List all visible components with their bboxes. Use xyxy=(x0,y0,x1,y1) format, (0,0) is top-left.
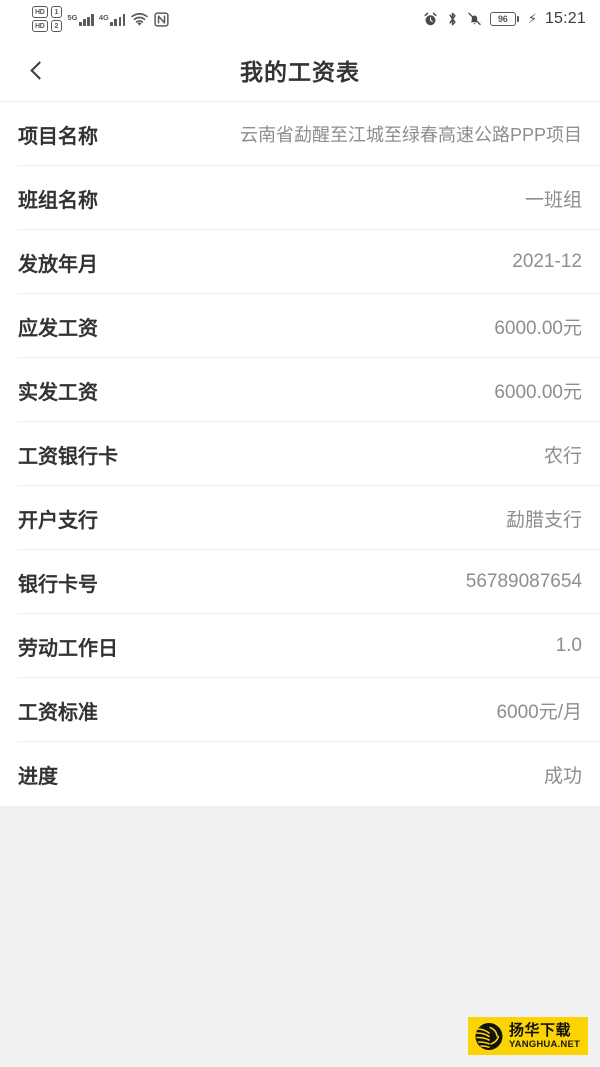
table-row: 项目名称 云南省勐醒至江城至绿春高速公路PPP项目 xyxy=(0,102,600,166)
lion-head-logo-icon xyxy=(472,1021,506,1051)
table-row: 进度 成功 xyxy=(0,742,600,806)
battery-percent-label: 96 xyxy=(489,12,516,26)
row-value: 6000元/月 xyxy=(496,701,582,723)
row-value: 6000.00元 xyxy=(494,317,582,339)
sim-2-row: HD 2 xyxy=(32,20,63,32)
row-label: 银行卡号 xyxy=(18,573,98,596)
dual-sim-indicator-group: HD 1 HD 2 xyxy=(32,6,63,32)
row-value: 云南省勐醒至江城至绿春高速公路PPP项目 xyxy=(239,125,582,145)
table-row: 银行卡号 56789087654 xyxy=(0,550,600,614)
network-type-label-1: 5G xyxy=(67,12,78,22)
table-row: 发放年月 2021-12 xyxy=(0,230,600,294)
row-value: 成功 xyxy=(543,765,582,787)
row-label: 工资银行卡 xyxy=(18,445,118,468)
bluetooth-icon xyxy=(446,11,459,27)
watermark-title-cn: 扬华下载 xyxy=(509,1021,572,1039)
status-bar-right-icons: 96 ⚡ 15:21 xyxy=(423,10,586,28)
row-value: 6000.00元 xyxy=(494,381,582,403)
status-bar-left-icons: HD 1 HD 2 5G 4G xyxy=(14,0,169,38)
row-value: 农行 xyxy=(543,445,582,467)
sim-slot-1-icon: 1 xyxy=(50,6,63,18)
status-bar: HD 1 HD 2 5G 4G 96 ⚡ 15:21 xyxy=(0,0,600,38)
table-row: 劳动工作日 1.0 xyxy=(0,614,600,678)
volte-hd-icon-2: HD xyxy=(32,20,48,32)
sim-slot-2-icon: 2 xyxy=(50,20,63,32)
watermark-title-en: YANGHUA.NET xyxy=(509,1038,580,1050)
charging-bolt-icon: ⚡ xyxy=(527,11,537,26)
row-label: 工资标准 xyxy=(18,701,98,724)
row-label: 发放年月 xyxy=(18,253,98,276)
status-bar-clock: 15:21 xyxy=(544,10,586,27)
back-button[interactable] xyxy=(0,38,74,102)
alarm-icon xyxy=(423,12,438,27)
sim-1-row: HD 1 xyxy=(32,6,63,18)
row-value: 勐腊支行 xyxy=(505,509,582,531)
table-row: 应发工资 6000.00元 xyxy=(0,294,600,358)
watermark-text: 扬华下载 YANGHUA.NET xyxy=(509,1023,580,1050)
row-label: 开户支行 xyxy=(18,509,98,532)
nfc-icon xyxy=(154,11,169,27)
watermark-badge: 扬华下载 YANGHUA.NET xyxy=(468,1017,588,1055)
wifi-icon xyxy=(130,12,149,27)
network-type-label-2: 4G xyxy=(98,12,109,22)
page-title: 我的工资表 xyxy=(240,58,360,85)
signal-5g-group: 5G xyxy=(67,12,94,26)
row-label: 班组名称 xyxy=(18,189,98,212)
mute-bell-icon xyxy=(467,11,482,27)
navigation-bar: 我的工资表 xyxy=(0,38,600,102)
row-label: 实发工资 xyxy=(18,381,98,404)
table-row: 工资标准 6000元/月 xyxy=(0,678,600,742)
table-row: 工资银行卡 农行 xyxy=(0,422,600,486)
battery-cap xyxy=(516,16,519,22)
chevron-left-icon xyxy=(29,60,49,80)
row-value: 1.0 xyxy=(555,635,582,656)
row-value: 56789087654 xyxy=(465,571,582,592)
salary-detail-list: 项目名称 云南省勐醒至江城至绿春高速公路PPP项目 班组名称 一班组 发放年月 … xyxy=(0,102,600,806)
row-label: 应发工资 xyxy=(18,317,98,340)
phone-screen: HD 1 HD 2 5G 4G 96 ⚡ 15:21 我的工资表 项目名称 云南… xyxy=(0,0,600,1067)
row-value: 一班组 xyxy=(524,189,582,211)
table-row: 班组名称 一班组 xyxy=(0,166,600,230)
row-value: 2021-12 xyxy=(512,251,582,272)
battery-indicator: 96 xyxy=(489,12,519,26)
signal-4g-group: 4G xyxy=(98,12,126,26)
row-label: 劳动工作日 xyxy=(18,637,118,660)
table-row: 实发工资 6000.00元 xyxy=(0,358,600,422)
signal-bars-icon-2 xyxy=(110,13,126,26)
row-label: 项目名称 xyxy=(18,125,98,148)
volte-hd-icon-1: HD xyxy=(32,6,48,18)
row-label: 进度 xyxy=(18,765,58,788)
table-row: 开户支行 勐腊支行 xyxy=(0,486,600,550)
signal-bars-icon-1 xyxy=(78,13,94,26)
